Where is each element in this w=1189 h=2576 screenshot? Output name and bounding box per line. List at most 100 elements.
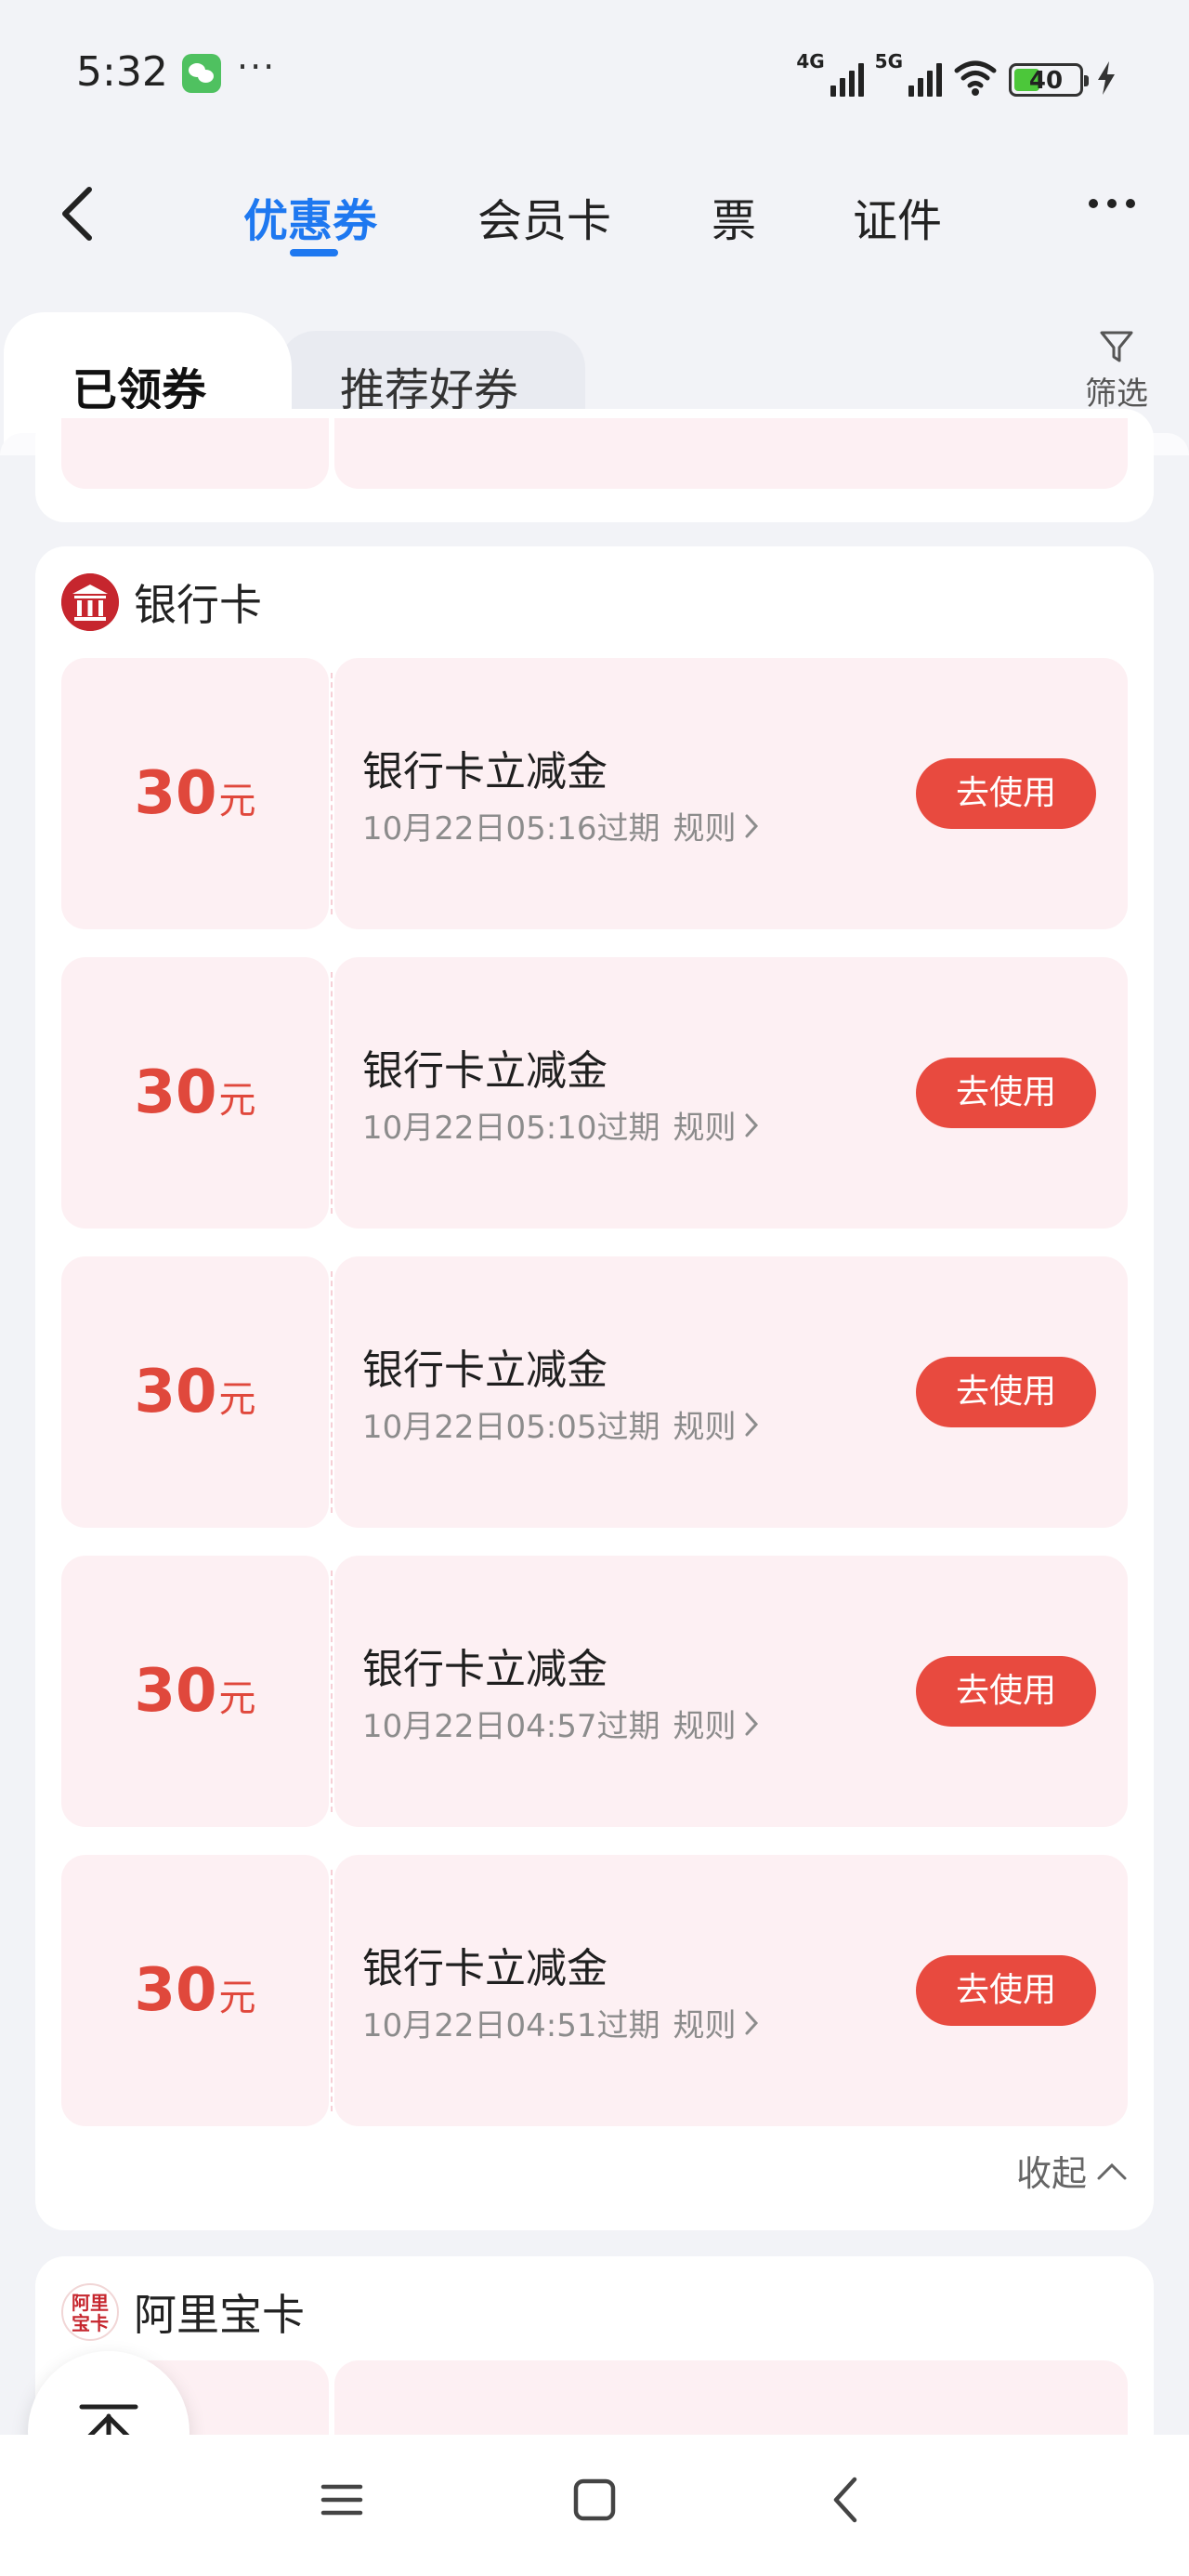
filter-funnel-icon [1100, 331, 1133, 362]
dashed-divider [331, 1571, 333, 1812]
coupon-expiry: 10月22日05:10过期 [362, 1110, 660, 1147]
dashed-divider [331, 673, 333, 914]
section-title: 阿里宝卡 [134, 2290, 305, 2340]
chevron-right-icon [745, 1113, 758, 1137]
battery-level: 40 [1028, 67, 1064, 95]
tab-member-cards[interactable]: 会员卡 [477, 184, 611, 249]
rule-link[interactable]: 规则 [673, 2000, 759, 2045]
use-coupon-button[interactable]: 去使用 [916, 1058, 1096, 1128]
use-coupon-button[interactable]: 去使用 [916, 1357, 1096, 1427]
chevron-right-icon [745, 1413, 758, 1436]
bank-icon [61, 573, 119, 631]
coupon-info-block: 银行卡立减金 10月22日05:05过期 规则 去使用 [334, 1256, 1128, 1528]
coupon-meta: 10月22日05:16过期 规则 [362, 803, 759, 848]
coupon-amount: 30元 [134, 1058, 256, 1127]
coupon-unit: 元 [218, 1677, 256, 1720]
chevron-up-icon [1097, 2162, 1127, 2179]
coupon-expiry: 10月22日04:57过期 [362, 1708, 660, 1745]
coupon-meta: 10月22日05:10过期 规则 [362, 1102, 759, 1148]
coupon-unit: 元 [218, 780, 256, 822]
filter-button[interactable]: 筛选 [1079, 329, 1154, 414]
coupon-amount-block: 30元 [61, 1556, 329, 1827]
collapse-button[interactable]: 收起 [1016, 2145, 1128, 2196]
coupon-meta: 10月22日04:51过期 规则 [362, 2000, 759, 2045]
coupon-name: 银行卡立减金 [362, 1347, 608, 1394]
coupon-item: 30元 银行卡立减金 10月22日05:05过期 规则 去使用 [61, 1256, 1128, 1528]
use-coupon-button[interactable]: 去使用 [916, 1955, 1096, 2026]
home-square-icon[interactable] [567, 2472, 622, 2528]
coupon-amount-block: 30元 [61, 957, 329, 1229]
dashed-divider [331, 972, 333, 1214]
coupon-expiry: 10月22日04:51过期 [362, 2007, 660, 2044]
rule-label: 规则 [673, 1110, 737, 1147]
coupon-meta: 10月22日05:05过期 规则 [362, 1401, 759, 1447]
rule-label: 规则 [673, 810, 737, 848]
coupon-expiry: 10月22日05:05过期 [362, 1409, 660, 1446]
bank-card-section: 银行卡 30元 银行卡立减金 10月22日05:16过期 规则 去使用 30元 … [35, 546, 1154, 2230]
rule-link[interactable]: 规则 [673, 803, 759, 848]
alipay-card-logo: 阿里宝卡 [61, 2283, 119, 2341]
charging-bolt-icon [1098, 61, 1115, 95]
active-tab-indicator [290, 249, 338, 256]
coupon-info-block: 银行卡立减金 10月22日04:51过期 规则 去使用 [334, 1855, 1128, 2126]
wechat-icon [182, 54, 221, 93]
use-coupon-button[interactable]: 去使用 [916, 758, 1096, 829]
system-nav-bar [0, 2435, 1189, 2576]
section-title: 银行卡 [134, 580, 262, 630]
rule-label: 规则 [673, 2007, 737, 2044]
dashed-divider [331, 1870, 333, 2111]
coupon-amount-block: 30元 [61, 1256, 329, 1528]
coupon-item: 30元 银行卡立减金 10月22日05:16过期 规则 去使用 [61, 658, 1128, 929]
rule-link[interactable]: 规则 [673, 1102, 759, 1148]
coupon-meta: 10月22日04:57过期 规则 [362, 1701, 759, 1746]
coupon-unit: 元 [218, 1378, 256, 1421]
rule-label: 规则 [673, 1409, 737, 1446]
top-tab-bar: 优惠券 会员卡 票 证件 [0, 177, 1189, 260]
coupon-amount-block: 30元 [61, 1855, 329, 2126]
notification-dots: ··· [237, 46, 277, 87]
coupon-page: 5:32 ··· 4G 5G 40 优惠券 会员卡 票 证件 已领券 推荐好券 … [0, 0, 1189, 2576]
coupon-unit: 元 [218, 1977, 256, 2019]
chevron-right-icon [745, 2011, 758, 2034]
coupon-amount: 30元 [134, 1956, 256, 2025]
coupon-info-block: 银行卡立减金 10月22日05:16过期 规则 去使用 [334, 658, 1128, 929]
back-chevron-icon[interactable] [819, 2472, 875, 2528]
rule-link[interactable]: 规则 [673, 1701, 759, 1746]
rule-label: 规则 [673, 1708, 737, 1745]
signal-icon [830, 58, 864, 97]
coupon-unit: 元 [218, 1079, 256, 1122]
status-time: 5:32 [76, 48, 168, 96]
coupon-info-block: 银行卡立减金 10月22日05:10过期 规则 去使用 [334, 957, 1128, 1229]
previous-coupon-card [35, 409, 1154, 522]
coupon-item: 30元 银行卡立减金 10月22日04:51过期 规则 去使用 [61, 1855, 1128, 2126]
coupon-amount: 30元 [134, 1358, 256, 1426]
use-coupon-button[interactable]: 去使用 [916, 1656, 1096, 1727]
wifi-icon [954, 60, 997, 96]
coupon-stub [61, 418, 329, 489]
rule-link[interactable]: 规则 [673, 1401, 759, 1447]
collapse-label: 收起 [1015, 2153, 1087, 2194]
coupon-expiry: 10月22日05:16过期 [362, 810, 660, 848]
coupon-name: 银行卡立减金 [362, 1646, 608, 1693]
section-header: 阿里宝卡 阿里宝卡 [61, 2282, 305, 2342]
coupon-amount: 30元 [134, 1657, 256, 1726]
coupon-name: 银行卡立减金 [362, 748, 608, 795]
tab-coupons[interactable]: 优惠券 [243, 184, 377, 249]
tab-certificates[interactable]: 证件 [853, 184, 942, 249]
chevron-right-icon [745, 1712, 758, 1735]
network-4g-label: 4G [796, 50, 825, 72]
dashed-divider [331, 1271, 333, 1513]
coupon-item: 30元 银行卡立减金 10月22日05:10过期 规则 去使用 [61, 957, 1128, 1229]
tab-tickets[interactable]: 票 [712, 184, 756, 249]
filter-label: 筛选 [1085, 375, 1148, 413]
coupon-name: 银行卡立减金 [362, 1945, 608, 1992]
status-bar: 5:32 ··· 4G 5G 40 [0, 0, 1189, 149]
coupon-amount-block: 30元 [61, 658, 329, 929]
status-indicators: 4G 5G 40 [796, 50, 1118, 97]
section-header: 银行卡 [61, 572, 262, 632]
coupon-name: 银行卡立减金 [362, 1047, 608, 1095]
menu-icon[interactable] [314, 2472, 370, 2528]
coupon-amount: 30元 [134, 759, 256, 828]
network-5g-label: 5G [874, 50, 903, 72]
more-dots-icon[interactable] [1089, 199, 1135, 208]
